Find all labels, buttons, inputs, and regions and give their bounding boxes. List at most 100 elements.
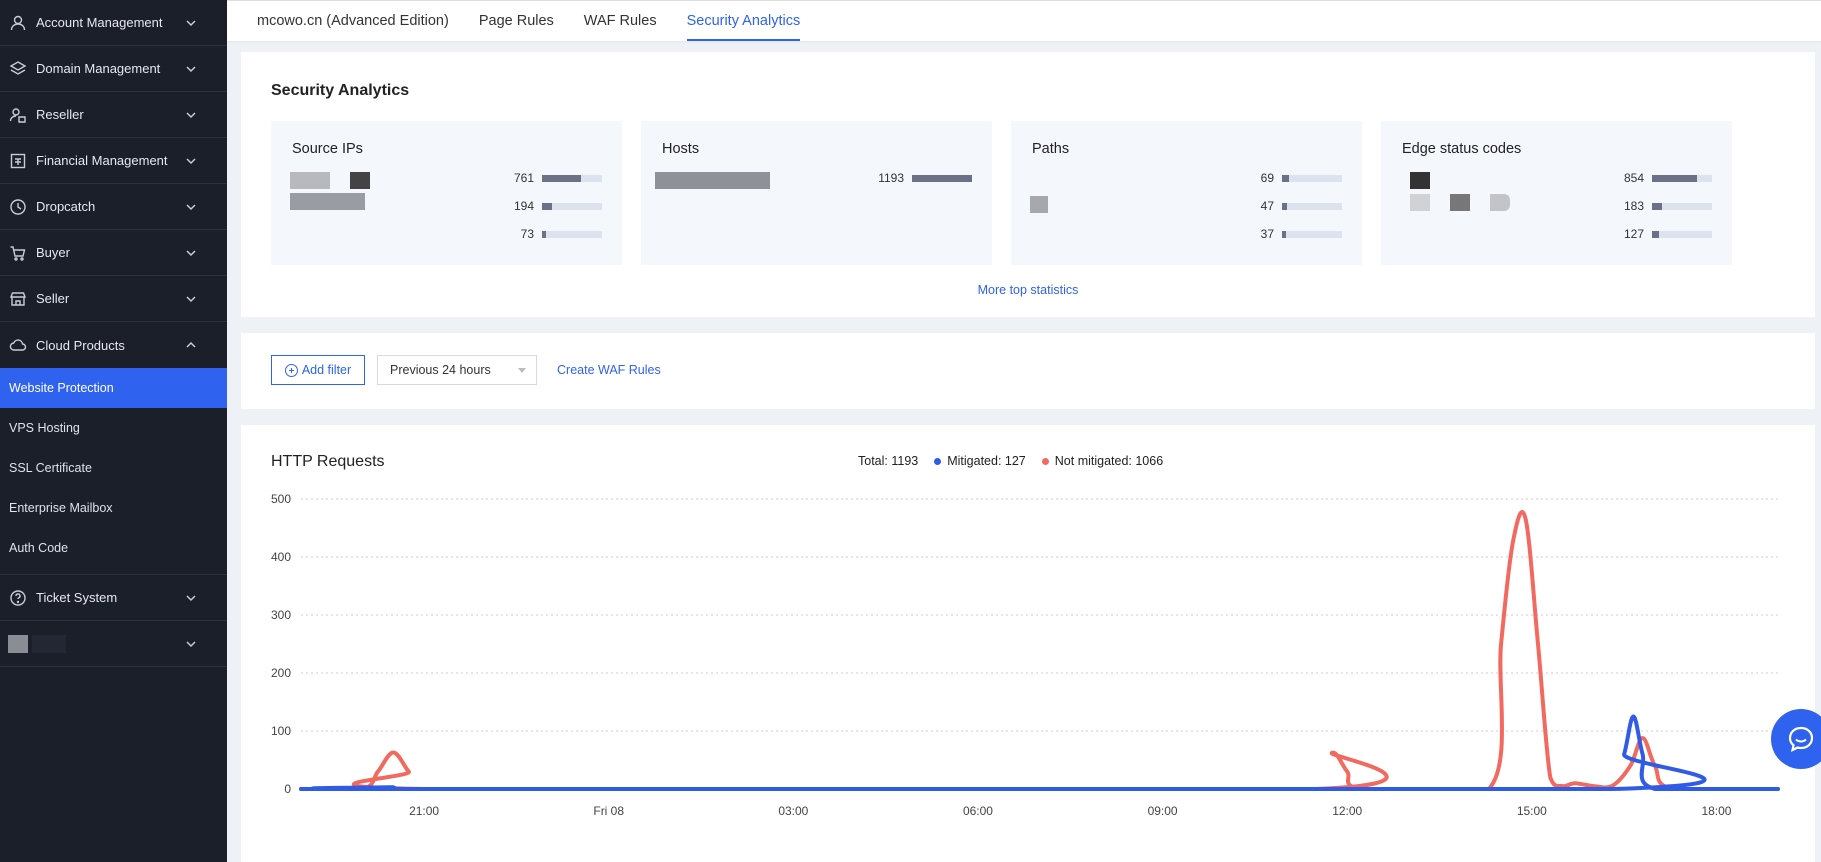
sidebar-item-auth-code[interactable]: Auth Code: [0, 528, 227, 568]
cloud-products-submenu: Website Protection VPS Hosting SSL Certi…: [0, 368, 227, 575]
sidebar-item-label: Cloud Products: [36, 337, 125, 353]
stat-value: 47: [1260, 199, 1274, 213]
time-range-value: Previous 24 hours: [390, 363, 491, 377]
stat-bar: [1282, 202, 1342, 210]
layers-icon: [8, 59, 28, 79]
clock-icon: [8, 197, 28, 217]
add-filter-button[interactable]: Add filter: [271, 355, 365, 385]
y-tick-label: 100: [271, 724, 291, 738]
stat-value: 37: [1260, 227, 1274, 241]
stat-bar-fill: [912, 174, 972, 182]
stat-bar-fill: [1282, 202, 1287, 210]
plus-circle-icon: [284, 363, 298, 377]
sidebar-item-ticket-system[interactable]: Ticket System: [0, 575, 227, 621]
redacted-username: [32, 634, 66, 653]
x-tick-label: 18:00: [1701, 804, 1731, 818]
sidebar-item-label: Buyer: [36, 245, 70, 260]
http-requests-panel: 0 100 200 300 400 500 21:00 Fri 08 03:00 06:00 09:…: [241, 425, 1815, 862]
sidebar-item-label: Dropcatch: [36, 199, 96, 214]
stat-value: 127: [1623, 227, 1644, 241]
tab-page-rules[interactable]: Page Rules: [479, 1, 554, 42]
card-title: Edge status codes: [1402, 141, 1522, 157]
sidebar-item-domain-management[interactable]: Domain Management: [0, 46, 227, 92]
x-tick-label: Fri 08: [593, 804, 624, 818]
chart-legend: Total: 1193 Mitigated: 127 Not mitigated…: [858, 454, 1179, 468]
sidebar-item-label: Seller: [36, 291, 70, 306]
card-title: Hosts: [662, 141, 700, 157]
stat-bar: [1652, 202, 1712, 210]
stat-row: 47: [1261, 199, 1342, 213]
legend-mitigated[interactable]: Mitigated: 127: [934, 454, 1026, 468]
x-tick-label: 09:00: [1148, 804, 1178, 818]
x-tick-label: 06:00: [963, 804, 993, 818]
sidebar-item-seller[interactable]: Seller: [0, 276, 227, 322]
redacted-value: [655, 172, 770, 189]
create-waf-rules-link[interactable]: Create WAF Rules: [557, 363, 661, 377]
stat-bar: [542, 230, 602, 238]
tab-waf-rules[interactable]: WAF Rules: [584, 1, 657, 42]
x-tick-label: 21:00: [409, 804, 439, 818]
sidebar-item-label: Financial Management: [36, 153, 168, 168]
sidebar-item-cloud-products[interactable]: Cloud Products: [0, 322, 227, 368]
sidebar-item-label: Reseller: [36, 107, 84, 122]
stat-bar-fill: [1282, 174, 1290, 182]
redacted-value: [1450, 194, 1470, 211]
x-tick-label: 03:00: [778, 804, 808, 818]
redacted-value: [350, 172, 370, 189]
sidebar-item-label: Account Management: [36, 15, 163, 30]
sidebar-item-user-profile[interactable]: [0, 621, 227, 667]
stat-row: 37: [1261, 227, 1342, 241]
more-top-statistics-link[interactable]: More top statistics: [241, 283, 1815, 297]
legend-not-mitigated[interactable]: Not mitigated: 1066: [1041, 454, 1163, 468]
sidebar-item-vps-hosting[interactable]: VPS Hosting: [0, 408, 227, 448]
cloud-icon: [8, 335, 28, 355]
redacted-value: [1410, 194, 1430, 211]
sidebar-item-financial-management[interactable]: Financial Management: [0, 138, 227, 184]
stat-bar-fill: [542, 202, 553, 210]
stat-bar-fill: [1652, 174, 1697, 182]
sidebar-item-website-protection[interactable]: Website Protection: [0, 368, 227, 408]
stat-bar-fill: [1652, 230, 1659, 238]
chevron-down-icon: [185, 592, 197, 604]
y-tick-label: 300: [271, 608, 291, 622]
legend-dot: [1041, 457, 1049, 465]
sidebar-item-dropcatch[interactable]: Dropcatch: [0, 184, 227, 230]
stat-bar: [912, 174, 972, 182]
sidebar-item-buyer[interactable]: Buyer: [0, 230, 227, 276]
stat-value: 194: [513, 199, 534, 213]
card-hosts[interactable]: Hosts 1193: [641, 121, 992, 265]
sidebar-item-reseller[interactable]: Reseller: [0, 92, 227, 138]
sidebar-item-ssl-certificate[interactable]: SSL Certificate: [0, 448, 227, 488]
sidebar-item-account-management[interactable]: Account Management: [0, 0, 227, 46]
redacted-value: [1030, 196, 1048, 213]
stat-row: 854: [1624, 171, 1712, 185]
stat-row: 73: [521, 227, 602, 241]
card-edge-status-codes[interactable]: Edge status codes 854 183 127: [1381, 121, 1732, 265]
cart-icon: [8, 243, 28, 263]
stat-row: 183: [1624, 199, 1712, 213]
redacted-value: [1490, 194, 1510, 211]
card-title: Source IPs: [292, 141, 363, 157]
time-range-select[interactable]: Previous 24 hours: [377, 355, 537, 385]
chevron-down-icon: [185, 63, 197, 75]
stat-row: 127: [1624, 227, 1712, 241]
sidebar-item-label: Ticket System: [36, 590, 118, 605]
stat-value: 73: [520, 227, 534, 241]
chevron-down-icon: [185, 293, 197, 305]
stat-bar-fill: [542, 174, 581, 182]
sidebar-item-enterprise-mailbox[interactable]: Enterprise Mailbox: [0, 488, 227, 528]
store-icon: [8, 289, 28, 309]
tab-security-analytics[interactable]: Security Analytics: [686, 1, 800, 42]
legend-total-label: Total: 1193: [858, 454, 919, 468]
card-paths[interactable]: Paths 69 47 37: [1011, 121, 1362, 265]
chevron-down-icon: [185, 201, 197, 213]
card-source-ips[interactable]: Source IPs 761 194 73: [271, 121, 622, 265]
y-tick-label: 0: [284, 782, 291, 796]
x-tick-label: 15:00: [1517, 804, 1547, 818]
stat-value: 854: [1623, 171, 1644, 185]
reseller-icon: [8, 105, 28, 125]
user-icon: [8, 13, 28, 33]
http-requests-chart: 0 100 200 300 400 500 21:00 Fri 08 03:00 06:00 09:…: [271, 492, 1780, 818]
x-tick-label: 12:00: [1332, 804, 1362, 818]
tab-domain[interactable]: mcowo.cn (Advanced Edition): [257, 1, 449, 42]
